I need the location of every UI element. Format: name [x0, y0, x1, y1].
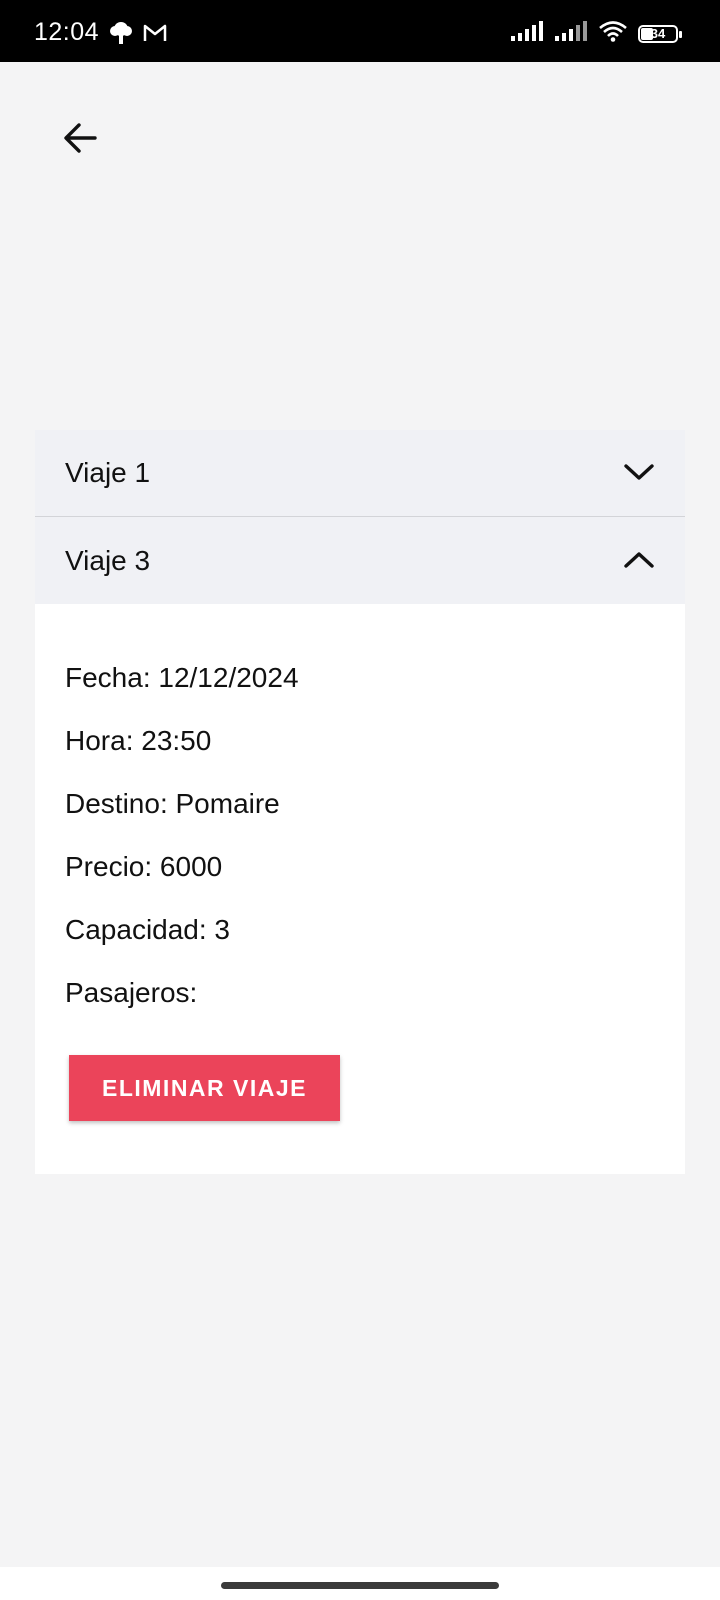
chevron-up-icon: [623, 545, 655, 577]
battery-level: 34: [650, 25, 666, 41]
detail-pasajeros: Pasajeros:: [65, 977, 198, 1008]
wifi-icon: [598, 20, 628, 47]
delete-trip-button[interactable]: ELIMINAR VIAJE: [69, 1055, 340, 1121]
detail-destino: Destino: Pomaire: [65, 788, 280, 819]
signal-icon: [554, 20, 588, 47]
accordion-header-viaje-3[interactable]: Viaje 3: [35, 517, 685, 604]
accordion-header-viaje-1[interactable]: Viaje 1: [35, 430, 685, 516]
trip-details-panel: Fecha: 12/12/2024 Hora: 23:50 Destino: P…: [35, 604, 685, 1174]
status-bar: 12:04 34: [0, 0, 720, 62]
back-button[interactable]: [56, 116, 104, 164]
detail-precio: Precio: 6000: [65, 851, 223, 882]
signal-icon: [510, 20, 544, 47]
detail-capacidad: Capacidad: 3: [65, 914, 231, 945]
status-left-icons: [108, 20, 168, 51]
status-right-icons: 34: [510, 20, 682, 47]
gmail-icon: [142, 22, 168, 49]
detail-fecha: Fecha: 12/12/2024: [65, 662, 299, 693]
accordion-label: Viaje 1: [65, 457, 151, 488]
status-time: 12:04: [34, 18, 100, 46]
battery-icon: 34: [638, 24, 682, 43]
arrow-left-icon: [62, 122, 98, 159]
trips-accordion: Viaje 1 Viaje 3 Fecha: 12/12/2024 Hora: …: [35, 430, 685, 1174]
chevron-down-icon: [623, 457, 655, 489]
detail-hora: Hora: 23:50: [65, 725, 212, 756]
home-indicator[interactable]: [221, 1582, 499, 1589]
accordion-label: Viaje 3: [65, 544, 151, 576]
tree-icon: [108, 20, 134, 51]
